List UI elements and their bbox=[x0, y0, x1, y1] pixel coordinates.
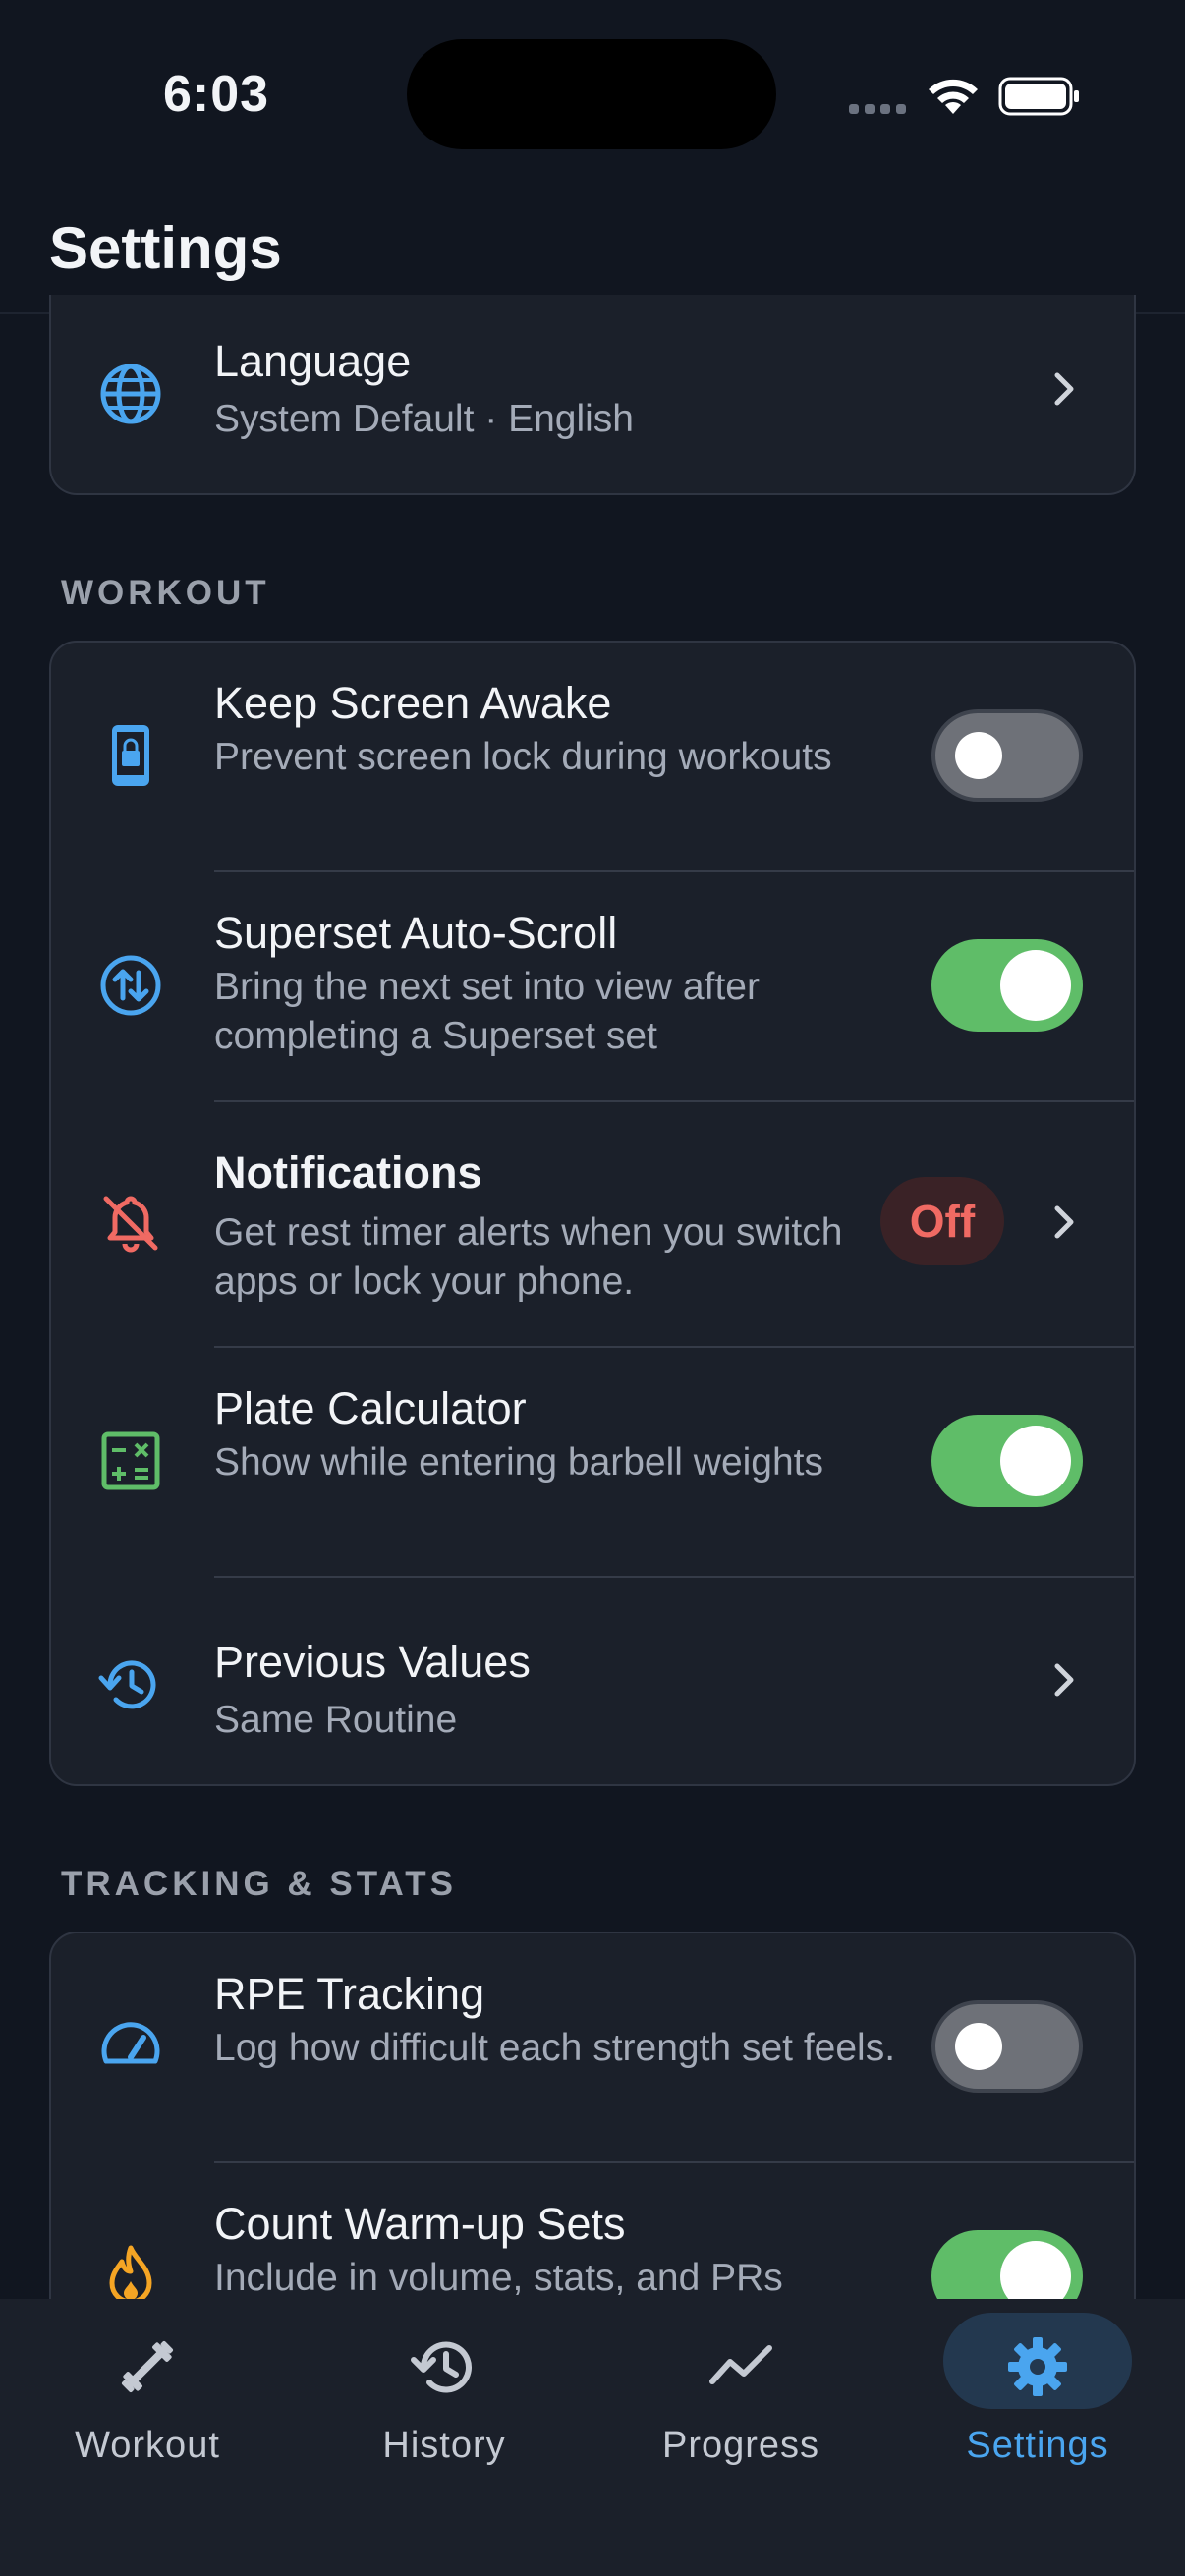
superset-auto-scroll-toggle[interactable] bbox=[931, 939, 1083, 1032]
page-title: Settings bbox=[49, 215, 282, 281]
keep-screen-awake-subtitle: Prevent screen lock during workouts bbox=[214, 736, 832, 778]
dynamic-island bbox=[407, 39, 776, 149]
rpe-tracking-row: RPE Tracking Log how difficult each stre… bbox=[51, 1933, 1134, 2161]
language-row[interactable]: Language System Default · English bbox=[51, 295, 1134, 493]
history-icon bbox=[98, 1660, 156, 1709]
phone-lock-icon bbox=[112, 725, 149, 786]
tab-progress-label: Progress bbox=[661, 2425, 820, 2466]
count-warmup-title: Count Warm-up Sets bbox=[214, 2199, 626, 2249]
chevron-right-icon bbox=[1054, 372, 1074, 406]
rpe-tracking-title: RPE Tracking bbox=[214, 1969, 485, 2019]
language-title: Language bbox=[214, 336, 412, 386]
keep-screen-awake-row: Keep Screen Awake Prevent screen lock du… bbox=[51, 643, 1134, 870]
tab-history[interactable]: History bbox=[297, 2299, 592, 2515]
language-subtitle: System Default · English bbox=[214, 398, 635, 440]
calculator-icon bbox=[101, 1431, 160, 1490]
cellular-signal-icon bbox=[849, 104, 906, 114]
notifications-row[interactable]: Notifications Get rest timer alerts when… bbox=[51, 1102, 1134, 1346]
superset-auto-scroll-title: Superset Auto-Scroll bbox=[214, 908, 618, 958]
count-warmup-subtitle: Include in volume, stats, and PRs bbox=[214, 2257, 783, 2299]
rpe-tracking-subtitle: Log how difficult each strength set feel… bbox=[214, 2027, 896, 2069]
previous-values-row[interactable]: Previous Values Same Routine bbox=[51, 1578, 1134, 1784]
speedometer-icon bbox=[101, 2022, 160, 2064]
tab-settings-label: Settings bbox=[966, 2425, 1109, 2466]
status-time: 6:03 bbox=[163, 66, 270, 123]
previous-values-title: Previous Values bbox=[214, 1637, 531, 1687]
keep-screen-awake-toggle[interactable] bbox=[931, 709, 1083, 802]
notifications-subtitle: Get rest timer alerts when you switch ap… bbox=[214, 1211, 843, 1303]
gear-icon bbox=[1008, 2337, 1067, 2396]
tab-workout[interactable]: Workout bbox=[0, 2299, 295, 2515]
superset-auto-scroll-subtitle: Bring the next set into view after compl… bbox=[214, 966, 760, 1057]
plate-calculator-row: Plate Calculator Show while entering bar… bbox=[51, 1348, 1134, 1576]
globe-icon bbox=[100, 364, 161, 424]
section-label-workout: WORKOUT bbox=[61, 574, 270, 612]
trending-up-icon bbox=[709, 2345, 772, 2384]
rpe-tracking-toggle[interactable] bbox=[931, 2000, 1083, 2093]
history-icon bbox=[411, 2341, 472, 2393]
previous-values-subtitle: Same Routine bbox=[214, 1699, 458, 1741]
notifications-title: Notifications bbox=[214, 1148, 482, 1198]
plate-calculator-toggle[interactable] bbox=[931, 1415, 1083, 1507]
plate-calculator-subtitle: Show while entering barbell weights bbox=[214, 1441, 824, 1484]
language-card: Language System Default · English bbox=[49, 295, 1136, 495]
plate-calculator-title: Plate Calculator bbox=[214, 1383, 527, 1433]
section-label-tracking: TRACKING & STATS bbox=[61, 1865, 457, 1903]
tab-progress[interactable]: Progress bbox=[593, 2299, 888, 2515]
keep-screen-awake-title: Keep Screen Awake bbox=[214, 678, 612, 728]
tab-workout-label: Workout bbox=[75, 2425, 220, 2466]
chevron-right-icon bbox=[1054, 1205, 1074, 1239]
workout-card: Keep Screen Awake Prevent screen lock du… bbox=[49, 641, 1136, 1786]
bell-off-icon bbox=[103, 1196, 158, 1253]
bottom-tab-bar: Workout History Progress Settings bbox=[0, 2299, 1185, 2576]
battery-icon bbox=[998, 77, 1079, 116]
superset-auto-scroll-row: Superset Auto-Scroll Bring the next set … bbox=[51, 872, 1134, 1100]
tab-settings[interactable]: Settings bbox=[890, 2299, 1185, 2515]
chevron-right-icon bbox=[1054, 1663, 1074, 1697]
notifications-status-badge: Off bbox=[880, 1177, 1004, 1265]
tab-history-label: History bbox=[382, 2425, 506, 2466]
wifi-icon bbox=[929, 79, 978, 114]
dumbbell-icon bbox=[121, 2340, 174, 2393]
status-bar: 6:03 bbox=[0, 0, 1185, 196]
swap-vertical-icon bbox=[100, 955, 161, 1016]
